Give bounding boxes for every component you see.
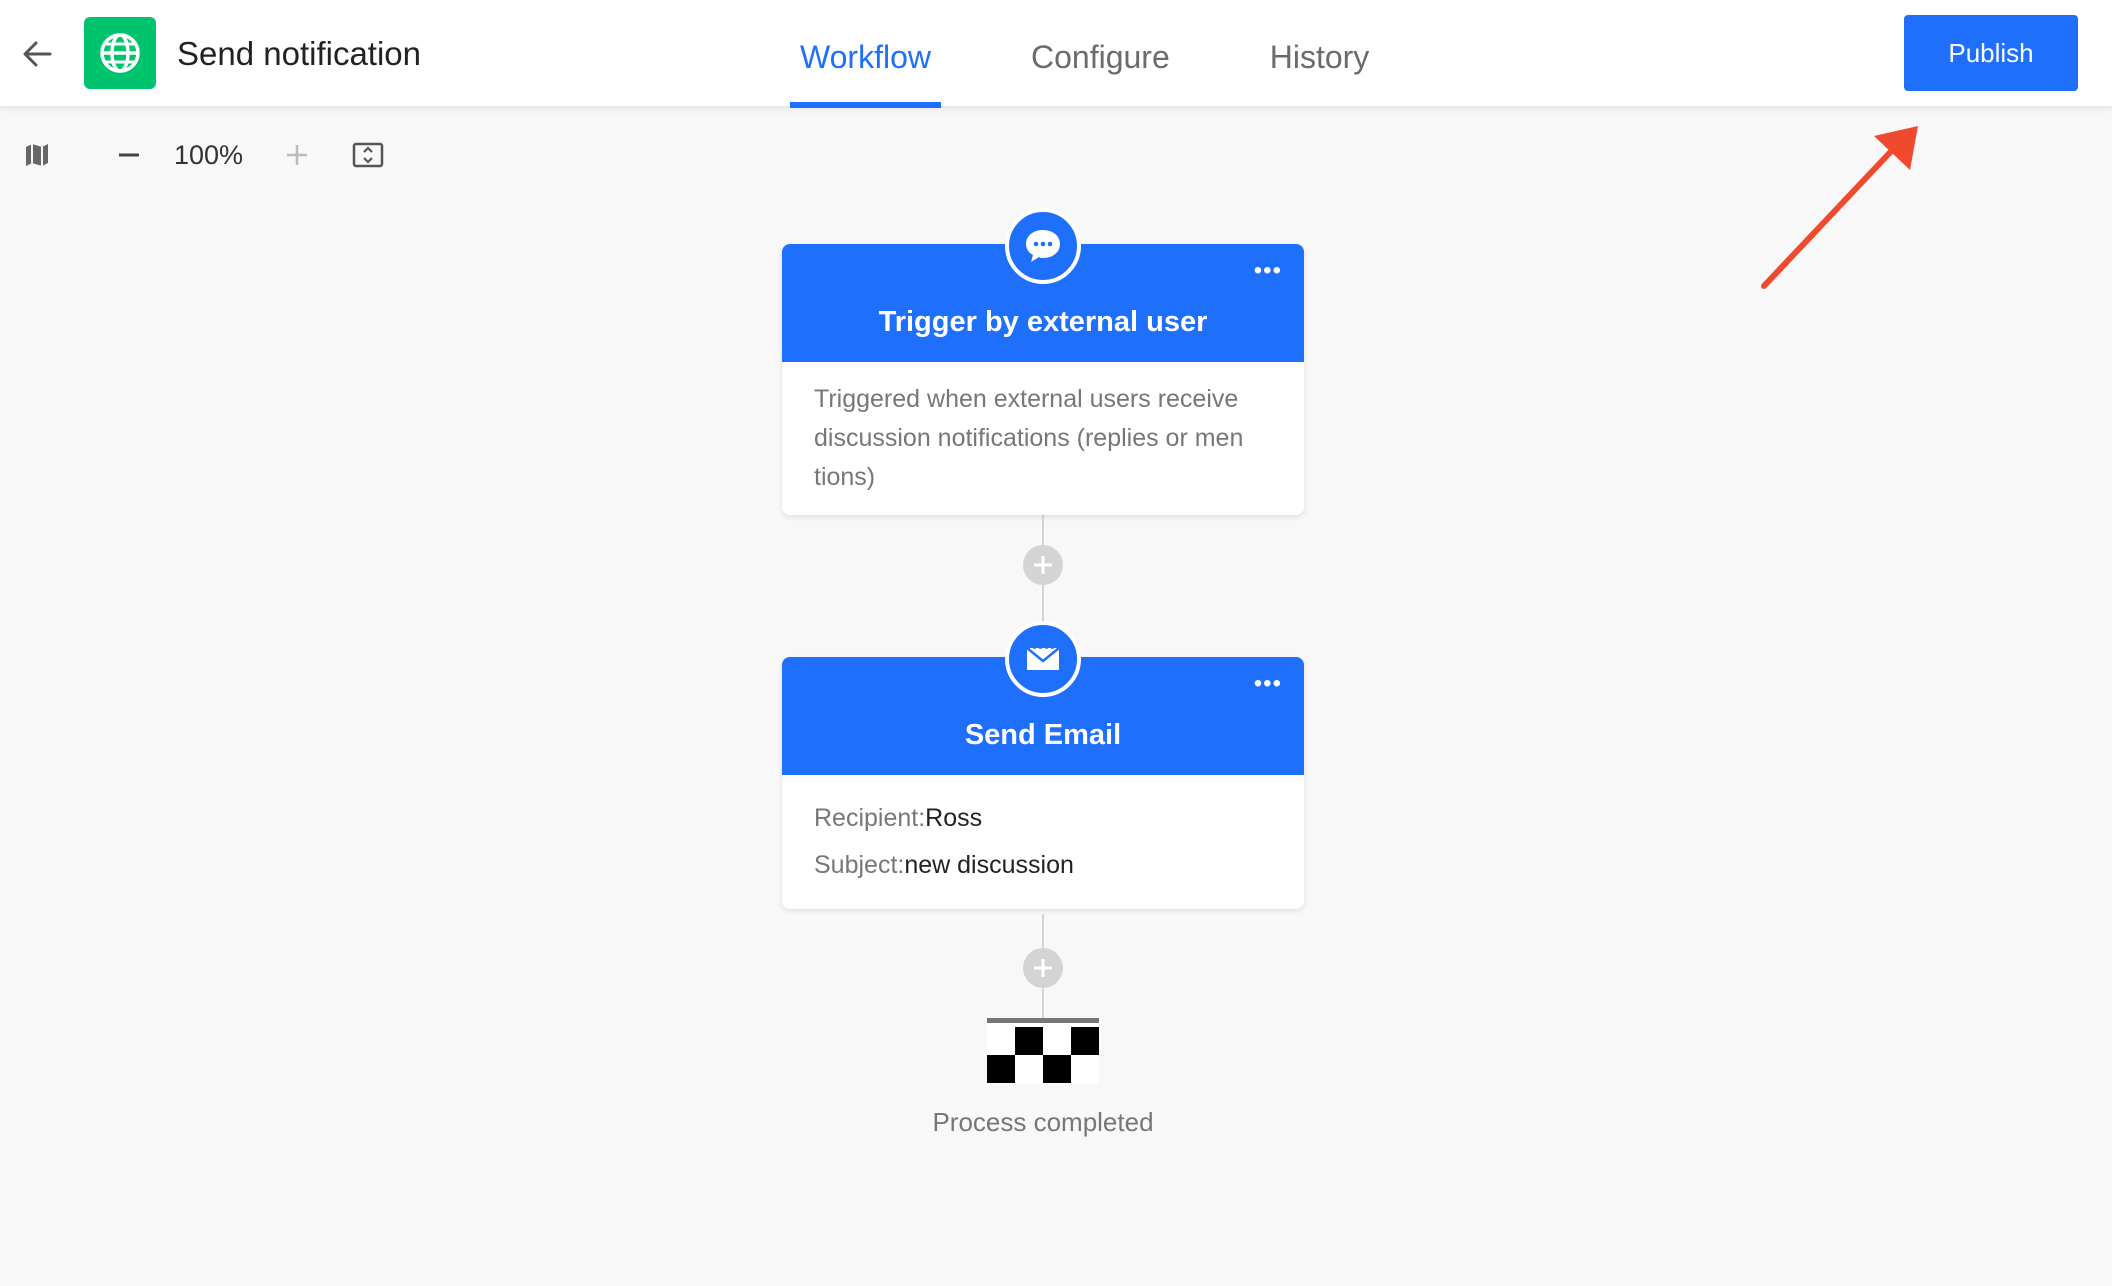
trigger-node-header: ••• Trigger by external user: [782, 208, 1304, 362]
tab-configure[interactable]: Configure: [1021, 0, 1180, 108]
tab-bar: Workflow Configure History: [790, 0, 1459, 108]
app-logo: [84, 17, 156, 89]
trigger-node[interactable]: ••• Trigger by external user Triggered w…: [782, 208, 1304, 515]
page-title: Send notification: [177, 35, 422, 72]
description-line: discussion notifications (replies or men: [814, 424, 1244, 452]
description-line: tions): [814, 463, 876, 491]
back-arrow-icon[interactable]: [18, 34, 58, 74]
add-node-button[interactable]: [1023, 545, 1063, 585]
zoom-level: 100%: [174, 140, 244, 170]
more-options-icon[interactable]: •••: [1254, 672, 1282, 696]
process-completed-label: Process completed: [932, 1107, 1154, 1137]
send-email-node-title: Send Email: [964, 719, 1122, 751]
subject-value: new discussion: [904, 851, 1074, 879]
plus-icon: [1034, 959, 1052, 977]
more-options-icon[interactable]: •••: [1254, 259, 1282, 283]
top-bar: Send notification Workflow Configure His…: [0, 0, 2112, 108]
recipient-value: Ross: [925, 804, 983, 832]
description-line: Triggered when external users receive: [814, 385, 1239, 413]
plus-icon: [1034, 556, 1052, 574]
send-email-node[interactable]: ••• Send Email Recipient:Ross Subject:ne…: [782, 621, 1304, 909]
send-email-node-details: Recipient:Ross Subject:new discussion: [782, 775, 1304, 909]
recipient-row: Recipient:Ross: [814, 795, 1272, 842]
trigger-node-icon-badge: [1005, 208, 1081, 284]
map-icon[interactable]: [20, 130, 54, 180]
zoom-in-icon[interactable]: [280, 130, 314, 180]
subject-label: Subject:: [814, 851, 905, 879]
envelope-icon: [1026, 647, 1060, 670]
send-email-node-header: ••• Send Email: [782, 621, 1304, 775]
annotation-arrow-icon: [1750, 120, 1930, 305]
publish-button[interactable]: Publish: [1904, 15, 2078, 91]
tab-history[interactable]: History: [1260, 0, 1380, 108]
fit-view-icon[interactable]: [350, 130, 386, 180]
recipient-label: Recipient:: [814, 804, 926, 832]
send-email-node-icon-badge: [1005, 621, 1081, 697]
chat-bubble-icon: [1026, 230, 1060, 262]
add-node-button[interactable]: [1023, 948, 1063, 988]
subject-row: Subject:new discussion: [814, 842, 1272, 889]
zoom-out-icon[interactable]: [112, 130, 146, 180]
trigger-node-title: Trigger by external user: [878, 306, 1208, 338]
globe-icon: [100, 33, 140, 73]
trigger-node-description: Triggered when external users receive di…: [782, 362, 1304, 515]
tab-workflow[interactable]: Workflow: [790, 0, 941, 108]
finish-flag-icon: [987, 1018, 1099, 1084]
